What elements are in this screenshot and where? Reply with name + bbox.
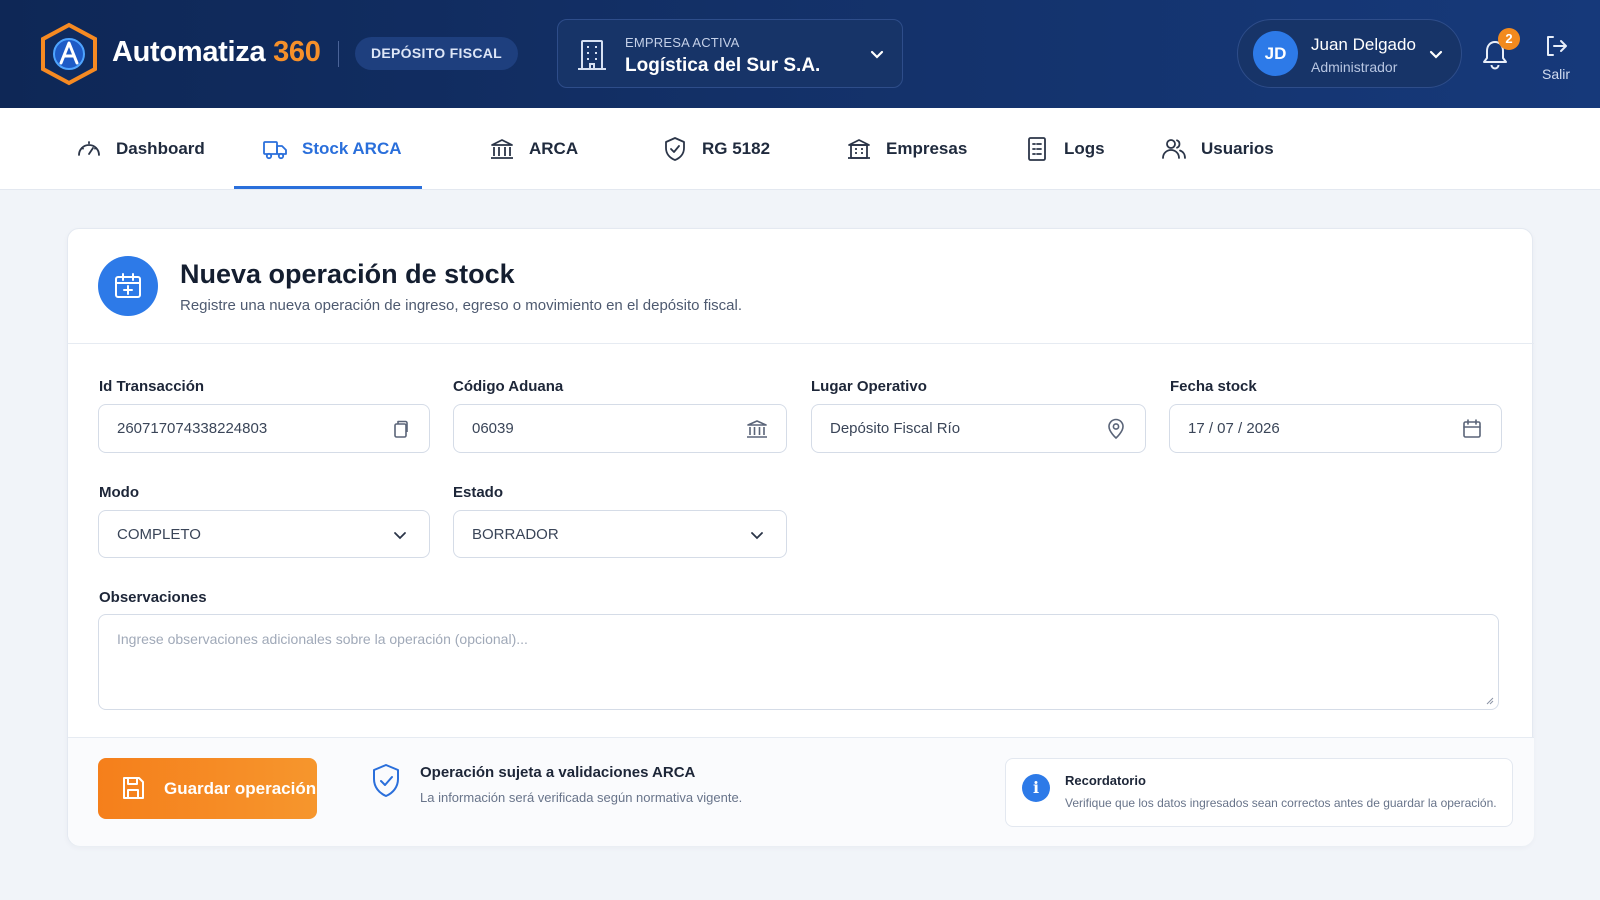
gauge-icon [78, 141, 100, 156]
company-value: Logística del Sur S.A. [625, 55, 821, 76]
observaciones-placeholder: Ingrese observaciones adicionales sobre … [117, 631, 528, 647]
modo-label: Modo [99, 484, 139, 501]
save-operation-button[interactable]: Guardar operación [98, 758, 317, 819]
id-transaccion-label: Id Transacción [99, 378, 205, 395]
building-icon [578, 40, 606, 70]
reminder-box: i Recordatorio Verifique que los datos i… [1005, 758, 1513, 827]
user-name: Juan Delgado [1311, 35, 1416, 54]
inventory-add-icon [115, 273, 141, 298]
fecha-stock-value: 17 / 07 / 2026 [1188, 420, 1280, 437]
tab-label: ARCA [529, 139, 579, 158]
location-pin-icon [1108, 418, 1124, 440]
document-list-icon [1028, 137, 1046, 161]
info-icon: i [1022, 774, 1050, 802]
shield-check-icon [665, 137, 685, 161]
top-header: Automatiza 360 DEPÓSITO FISCAL EMPRESA A… [0, 0, 1600, 108]
user-menu[interactable]: JD Juan Delgado Administrador [1237, 19, 1462, 88]
fecha-stock-field[interactable]: 17 / 07 / 2026 [1169, 404, 1502, 453]
logo-icon [41, 22, 97, 86]
tab-arca[interactable]: ARCA [489, 108, 578, 190]
validation-title: Operación sujeta a validaciones ARCA [420, 764, 696, 781]
tab-label: RG 5182 [702, 139, 771, 158]
chevron-down-icon [1429, 50, 1443, 59]
page-subtitle: Registre una nueva operación de ingreso,… [180, 297, 743, 314]
tab-empresas[interactable]: Empresas [846, 108, 967, 190]
estado-value: BORRADOR [472, 526, 559, 543]
logout-label: Salir [1541, 66, 1570, 82]
bank-icon [747, 420, 767, 438]
page-title: Nueva operación de stock [180, 259, 515, 289]
truck-icon [263, 141, 287, 160]
avatar: JD [1253, 31, 1298, 76]
estado-label: Estado [453, 484, 504, 501]
divider [68, 343, 1534, 344]
lugar-operativo-field[interactable]: Depósito Fiscal Río [811, 404, 1146, 453]
fecha-stock-label: Fecha stock [1170, 378, 1257, 395]
codigo-aduana-value: 06039 [472, 420, 514, 437]
save-icon [123, 777, 144, 799]
company-label: EMPRESA ACTIVA [625, 35, 740, 50]
tab-label: Dashboard [116, 139, 205, 158]
calendar-icon[interactable] [1461, 418, 1483, 440]
user-role: Administrador [1311, 59, 1398, 75]
tab-usuarios[interactable]: Usuarios [1161, 108, 1274, 190]
reminder-text: Verifique que los datos ingresados sean … [1065, 796, 1497, 810]
building-icon [848, 139, 870, 159]
brand-name: Automatiza 360 [112, 36, 321, 68]
tab-label: Logs [1064, 139, 1105, 158]
module-pill: DEPÓSITO FISCAL [355, 37, 519, 70]
id-transaccion-field[interactable]: 260717074338224803 [98, 404, 430, 453]
codigo-aduana-label: Código Aduana [453, 378, 564, 395]
tab-label: Usuarios [1201, 139, 1274, 158]
estado-select[interactable]: BORRADOR [453, 510, 787, 558]
tab-label: Stock ARCA [302, 139, 402, 158]
copy-icon[interactable] [389, 418, 411, 440]
tab-logs[interactable]: Logs [1024, 108, 1105, 190]
modo-value: COMPLETO [117, 526, 201, 543]
tab-dashboard[interactable]: Dashboard [76, 108, 205, 190]
logout-button[interactable]: Salir [1540, 33, 1572, 83]
modo-select[interactable]: COMPLETO [98, 510, 430, 558]
codigo-aduana-field[interactable]: 06039 [453, 404, 787, 453]
chevron-down-icon [751, 532, 763, 540]
save-operation-label: Guardar operación [164, 779, 317, 798]
tab-rg-5182[interactable]: RG 5182 [662, 108, 770, 190]
resize-handle-icon[interactable] [1484, 695, 1494, 705]
validation-subtitle: La información será verificada según nor… [420, 790, 743, 805]
brand-separator [338, 41, 339, 67]
observaciones-label: Observaciones [99, 589, 207, 606]
lugar-operativo-label: Lugar Operativo [811, 378, 927, 395]
main-nav: Dashboard Stock ARCA ARCA RG 5182 Empres… [0, 108, 1600, 190]
lugar-operativo-value: Depósito Fiscal Río [830, 420, 961, 437]
users-icon [1162, 139, 1186, 159]
observaciones-textarea[interactable]: Ingrese observaciones adicionales sobre … [98, 614, 1499, 710]
shield-check-icon [373, 764, 399, 797]
chevron-down-icon [870, 50, 884, 59]
company-selector[interactable]: EMPRESA ACTIVA Logística del Sur S.A. [557, 19, 903, 88]
notification-badge: 2 [1498, 28, 1520, 50]
logout-icon [1547, 36, 1567, 56]
chevron-down-icon [394, 532, 406, 540]
id-transaccion-value: 260717074338224803 [117, 420, 268, 437]
active-tab-indicator [234, 186, 422, 189]
tab-label: Empresas [886, 139, 968, 158]
stock-operation-card: Nueva operación de stock Registre una nu… [67, 228, 1534, 846]
tab-stock-arca[interactable]: Stock ARCA [262, 108, 402, 190]
reminder-title: Recordatorio [1065, 773, 1146, 788]
card-icon [98, 256, 158, 316]
bank-icon [491, 139, 513, 159]
